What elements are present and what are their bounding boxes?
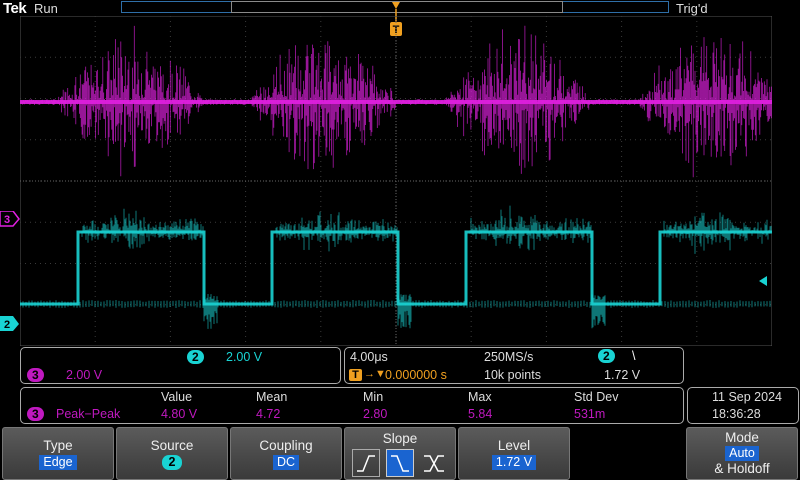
ch3-ground-marker[interactable]: 3 — [0, 211, 20, 227]
meas-name: Peak−Peak — [56, 407, 121, 421]
meas-stddev: 531m — [574, 407, 606, 421]
tek-logo: Tek — [3, 0, 27, 17]
ch2-badge[interactable]: 2 — [187, 350, 204, 364]
meas-header-stddev: Std Dev — [574, 390, 619, 404]
run-status: Run — [34, 1, 58, 16]
trigger-position-icon: T — [349, 369, 362, 381]
mode-value: Auto — [725, 446, 759, 461]
meas-header-mean: Mean — [256, 390, 288, 404]
arrow-right-icon: →▼ — [364, 368, 386, 380]
measurement-panel[interactable]: Value Mean Min Max Std Dev 3 Peak−Peak 4… — [20, 387, 684, 424]
trigger-level-readout: 1.72 V — [604, 368, 641, 382]
channel-panel[interactable]: 2 2.00 V 3 2.00 V — [20, 347, 341, 384]
coupling-value: DC — [272, 455, 300, 470]
slope-either-button[interactable] — [420, 449, 448, 477]
trigger-level-arrow-icon — [759, 276, 767, 286]
meas-header-max: Max — [468, 390, 492, 404]
meas-header-value: Value — [161, 390, 193, 404]
date: 11 Sep 2024 — [712, 390, 782, 404]
meas-source-badge: 3 — [27, 407, 44, 421]
horizontal-position: 0.000000 s — [385, 368, 447, 382]
trigger-source-badge: 2 — [598, 349, 615, 363]
meas-mean: 4.72 — [256, 407, 281, 421]
meas-header-min: Min — [363, 390, 384, 404]
ch2-marker-label: 2 — [4, 319, 10, 331]
source-title: Source — [150, 438, 194, 453]
mode-menu-button[interactable]: Mode Auto & Holdoff — [686, 427, 798, 480]
either-edge-icon — [424, 455, 444, 472]
trigger-level-marker[interactable] — [759, 275, 771, 287]
trigger-arrow-icon — [392, 2, 400, 9]
meas-min: 2.80 — [363, 407, 388, 421]
slope-title: Slope — [382, 431, 418, 446]
type-title: Type — [43, 438, 73, 453]
type-menu-button[interactable]: Type Edge — [2, 427, 114, 480]
coupling-menu-button[interactable]: Coupling DC — [230, 427, 342, 480]
waveform-graticule[interactable] — [20, 16, 772, 346]
ch3-badge[interactable]: 3 — [27, 368, 44, 382]
record-length: 10k points — [484, 368, 541, 382]
mode-subtitle: & Holdoff — [714, 461, 770, 476]
timebase-panel[interactable]: 4.00μs 250MS/s 2 \ T →▼ 0.000000 s 10k p… — [344, 347, 684, 384]
level-value: 1.72 V — [491, 455, 537, 470]
slope-menu-button[interactable]: Slope — [344, 427, 456, 480]
level-title: Level — [497, 438, 531, 453]
ch2-ground-marker[interactable]: 2 — [0, 316, 20, 332]
slope-falling-button[interactable] — [386, 449, 414, 477]
trigger-status: Trig'd — [676, 1, 708, 16]
trigger-slope-indicator: \ — [632, 349, 636, 363]
horizontal-scale: 4.00μs — [350, 350, 388, 364]
source-value: 2 — [161, 455, 183, 470]
rising-edge-icon — [357, 455, 375, 472]
ch3-scale: 2.00 V — [66, 368, 103, 382]
coupling-title: Coupling — [259, 438, 313, 453]
datetime-panel: 11 Sep 2024 18:36:28 — [687, 387, 799, 424]
ch3-marker-label: 3 — [4, 214, 10, 226]
falling-edge-icon — [391, 455, 409, 472]
source-menu-button[interactable]: Source 2 — [116, 427, 228, 480]
type-value: Edge — [39, 455, 77, 470]
slope-rising-button[interactable] — [352, 449, 380, 477]
level-menu-button[interactable]: Level 1.72 V — [458, 427, 570, 480]
time: 18:36:28 — [712, 407, 761, 421]
sample-rate: 250MS/s — [484, 350, 534, 364]
ch2-scale: 2.00 V — [226, 350, 263, 364]
meas-max: 5.84 — [468, 407, 493, 421]
meas-value: 4.80 V — [161, 407, 198, 421]
mode-title: Mode — [725, 430, 759, 445]
